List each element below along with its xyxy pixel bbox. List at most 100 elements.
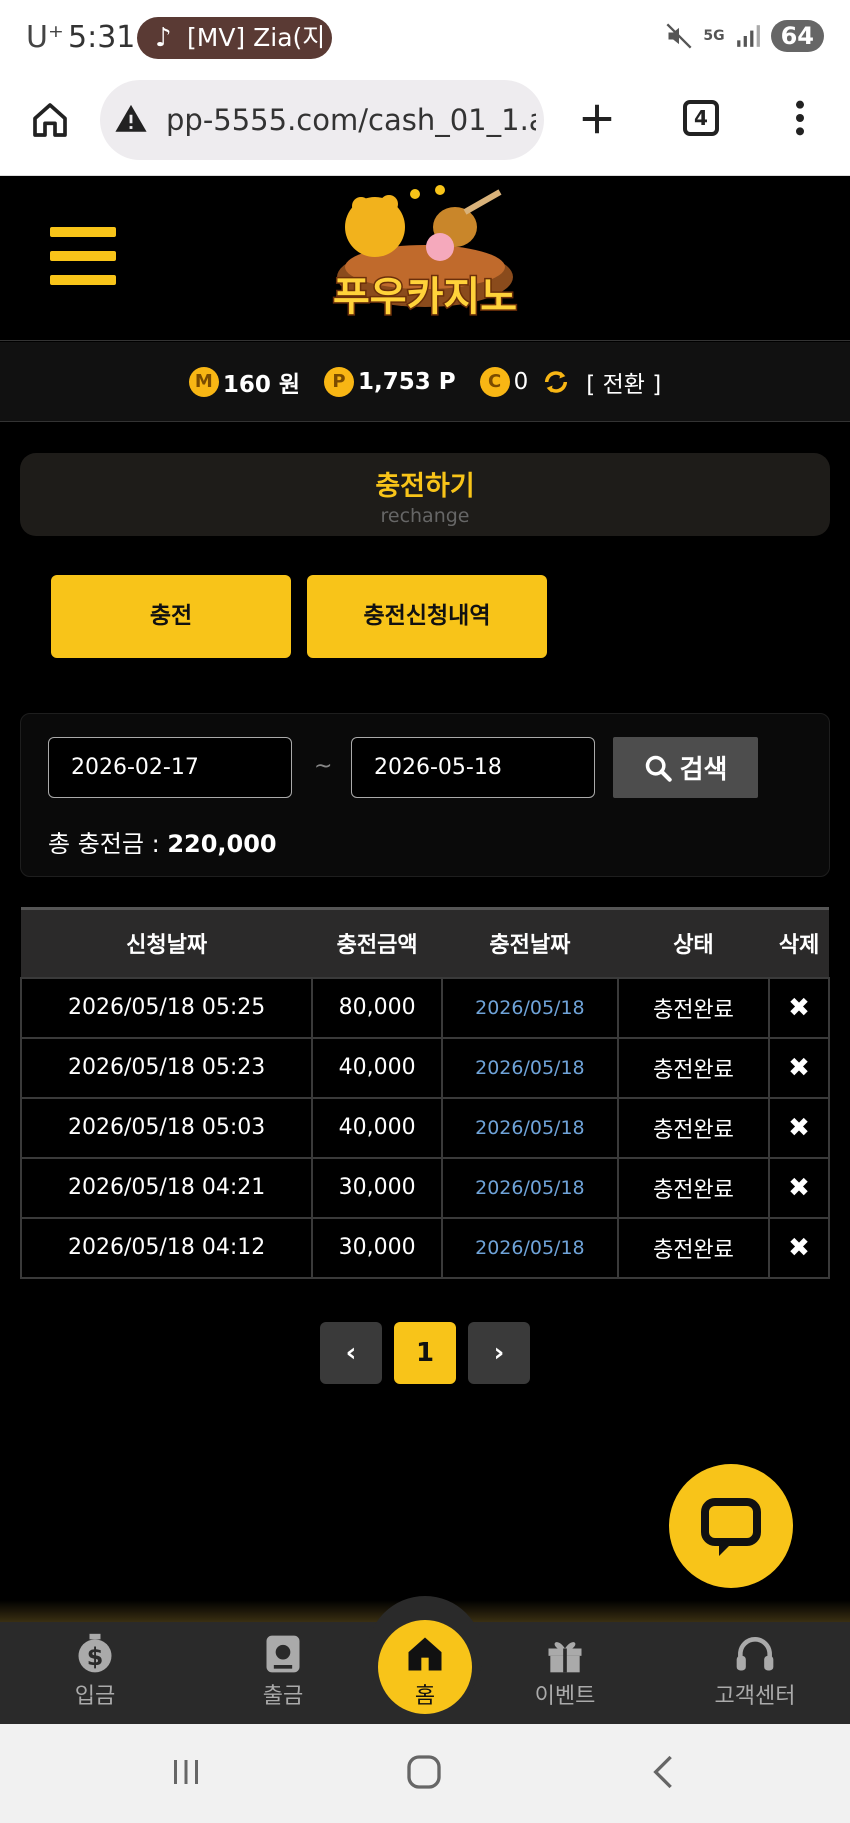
chat-bubble-icon (701, 1498, 761, 1556)
battery-icon: 64 (770, 20, 824, 52)
nav-home[interactable]: 홈 (378, 1620, 472, 1714)
mute-icon (666, 23, 692, 49)
nav-event-label: 이벤트 (534, 1684, 596, 1709)
header-request-date: 신청날짜 (21, 907, 313, 978)
tab-switcher-button[interactable]: 4 (683, 100, 719, 136)
total-charge: 총 충전금 : 220,000 (48, 824, 277, 859)
table-row: 2026/05/18 04:12 30,000 2026/05/18 충전완료 … (19, 1216, 830, 1279)
tab-charge-history[interactable]: 충전신청내역 (307, 575, 547, 658)
home-icon[interactable] (30, 100, 70, 140)
point-value: 1,753 P (358, 368, 456, 395)
nav-withdraw[interactable]: 출금 (208, 1622, 358, 1724)
casino-value: 0 (513, 368, 529, 395)
browser-toolbar: pp-5555.com/cash_01_1.as 4 (0, 78, 850, 176)
table-header-row: 신청날짜 충전금액 충전날짜 상태 삭제 (21, 907, 829, 978)
refresh-icon[interactable] (542, 368, 570, 396)
delete-icon[interactable]: ✖ (768, 1216, 830, 1279)
request-date-cell: 2026/05/18 05:25 (19, 976, 314, 1039)
total-value: 220,000 (167, 830, 277, 858)
convert-link[interactable]: [ 전환 ] (586, 365, 661, 399)
logo-image: 푸우카지노 (332, 185, 519, 322)
point-balance: P 1,753 P (324, 366, 456, 397)
amount-cell: 30,000 (311, 1156, 444, 1219)
charge-date-cell: 2026/05/18 (441, 1156, 619, 1219)
url-text[interactable]: pp-5555.com/cash_01_1.as (166, 103, 536, 137)
header-status: 상태 (617, 907, 770, 978)
amount-cell: 80,000 (311, 976, 444, 1039)
search-button[interactable]: 검색 (613, 737, 758, 798)
delete-icon[interactable]: ✖ (768, 1036, 830, 1099)
table-row: 2026/05/18 05:03 40,000 2026/05/18 충전완료 … (19, 1096, 830, 1159)
header-delete: 삭제 (769, 907, 829, 978)
page-title: 충전하기 (375, 471, 475, 502)
signal-icon (736, 25, 760, 47)
music-note-icon: ♪ (155, 23, 172, 53)
request-date-cell: 2026/05/18 04:21 (19, 1156, 314, 1219)
amount-cell: 30,000 (311, 1216, 444, 1279)
money-balance: M 160 원 (188, 365, 301, 399)
nav-event[interactable]: 이벤트 (490, 1622, 640, 1724)
money-value: 160 원 (222, 371, 301, 398)
system-home-icon[interactable] (404, 1752, 444, 1792)
site-logo[interactable]: 푸우카지노 (305, 182, 545, 332)
request-date-cell: 2026/05/18 04:12 (19, 1216, 314, 1279)
new-tab-icon[interactable] (578, 100, 616, 138)
charge-date-cell: 2026/05/18 (441, 1096, 619, 1159)
recent-apps-icon[interactable] (168, 1754, 204, 1790)
media-title: [MV] Zia(지 (187, 23, 326, 52)
menu-icon[interactable] (50, 227, 116, 287)
balance-bar: M 160 원 P 1,753 P C 0 [ 전환 ] (0, 342, 850, 422)
back-icon[interactable] (644, 1752, 684, 1792)
status-cell: 충전완료 (616, 1216, 771, 1279)
delete-icon[interactable]: ✖ (768, 1156, 830, 1219)
clock: 5:31 (68, 20, 136, 55)
request-date-cell: 2026/05/18 05:03 (19, 1096, 314, 1159)
amount-cell: 40,000 (311, 1036, 444, 1099)
home-icon (408, 1637, 442, 1671)
request-date-cell: 2026/05/18 05:23 (19, 1036, 314, 1099)
delete-icon[interactable]: ✖ (768, 976, 830, 1039)
date-separator: ~ (314, 754, 333, 779)
svg-text:$: $ (87, 1643, 104, 1671)
money-bag-icon: $ (78, 1633, 112, 1673)
system-navigation-bar (0, 1724, 850, 1823)
media-notification-chip[interactable]: ♪ [MV] Zia(지 (137, 17, 332, 59)
status-cell: 충전완료 (616, 976, 771, 1039)
status-icons: 5G 64 (665, 20, 824, 52)
network-type-icon: 5G (703, 28, 725, 44)
safe-icon (266, 1635, 300, 1673)
money-coin-icon: M (188, 366, 219, 397)
charge-date-cell: 2026/05/18 (441, 976, 619, 1039)
search-icon (645, 755, 672, 782)
casino-coin-icon: C (479, 366, 510, 397)
table-row: 2026/05/18 05:23 40,000 2026/05/18 충전완료 … (19, 1036, 830, 1099)
page-1-button[interactable]: 1 (394, 1322, 456, 1384)
nav-deposit[interactable]: $ 입금 (20, 1622, 170, 1724)
next-page-button[interactable]: › (468, 1322, 530, 1384)
status-cell: 충전완료 (616, 1156, 771, 1219)
casino-balance: C 0 (479, 366, 529, 397)
end-date-input[interactable]: 2026-05-18 (351, 737, 595, 798)
header-amount: 충전금액 (312, 907, 443, 978)
warning-icon[interactable] (114, 102, 148, 136)
delete-icon[interactable]: ✖ (768, 1096, 830, 1159)
nav-deposit-label: 입금 (74, 1684, 116, 1709)
start-date-input[interactable]: 2026-02-17 (48, 737, 292, 798)
logo-text: 푸우카지노 (333, 274, 517, 320)
nav-support[interactable]: 고객센터 (680, 1622, 830, 1724)
charge-history-table: 신청날짜 충전금액 충전날짜 상태 삭제 2026/05/18 05:25 80… (19, 907, 830, 1279)
search-button-label: 검색 (679, 755, 728, 785)
tab-charge[interactable]: 충전 (51, 575, 291, 658)
total-label: 총 충전금 : (48, 830, 160, 858)
status-cell: 충전완료 (616, 1096, 771, 1159)
page-subtitle: rechange (380, 505, 470, 527)
nav-support-label: 고객센터 (714, 1684, 796, 1709)
site-header: 푸우카지노 (0, 177, 850, 341)
status-cell: 충전완료 (616, 1036, 771, 1099)
more-menu-icon[interactable] (784, 98, 816, 138)
prev-page-button[interactable]: ‹ (320, 1322, 382, 1384)
address-bar[interactable]: pp-5555.com/cash_01_1.as (100, 80, 544, 160)
chat-button[interactable] (669, 1464, 793, 1588)
carrier-label: U⁺ (26, 20, 64, 55)
status-bar: U⁺ 5:31 ♪ [MV] Zia(지 5G 64 (0, 0, 850, 78)
